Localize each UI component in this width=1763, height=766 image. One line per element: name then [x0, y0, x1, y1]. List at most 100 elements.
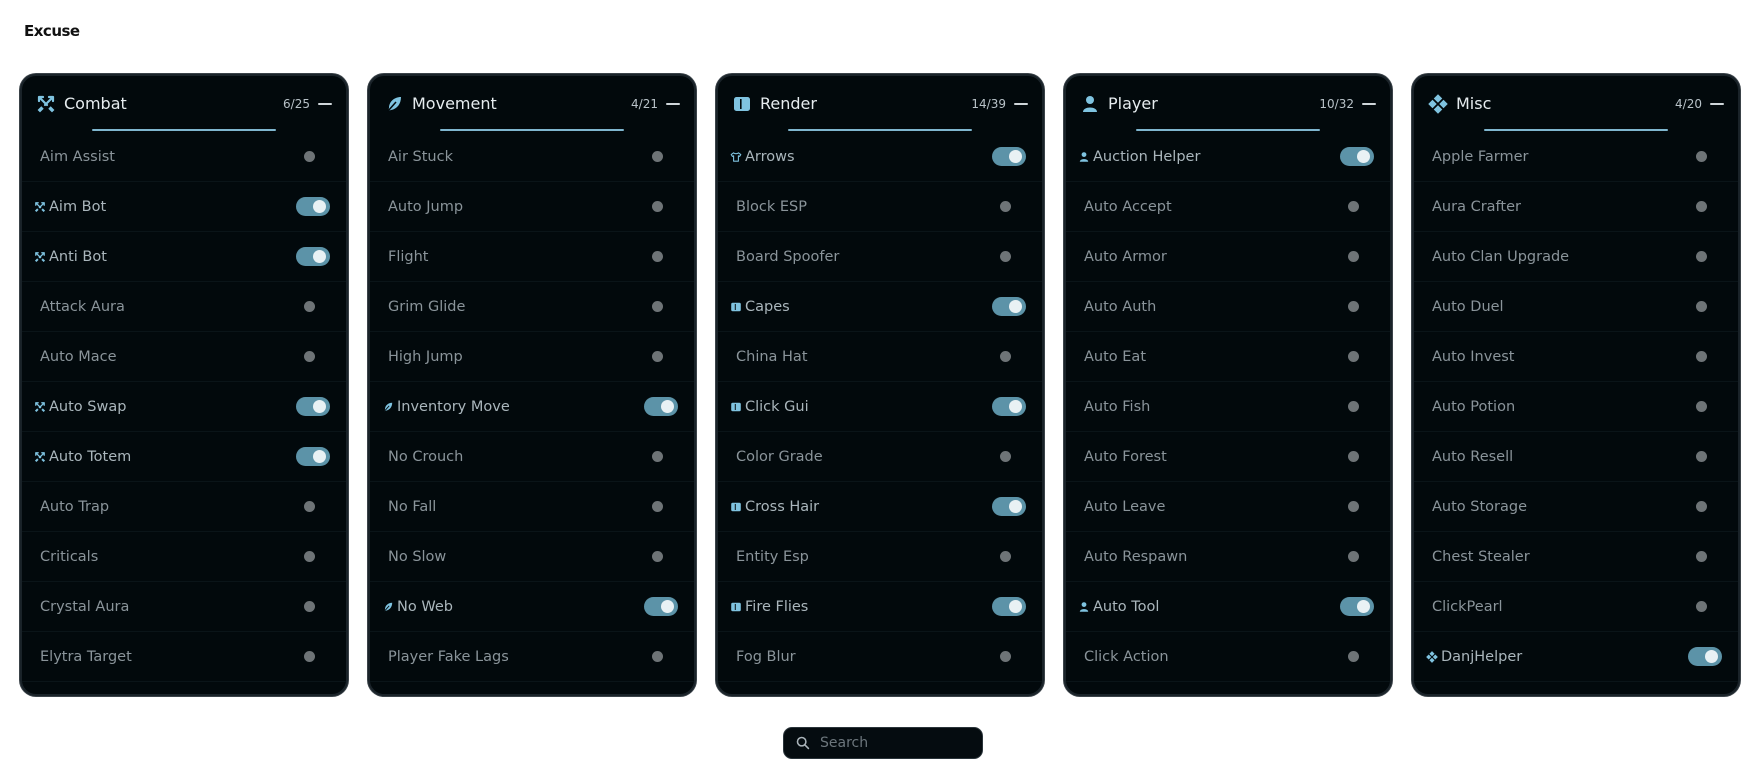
module-apple-farmer[interactable]: Apple Farmer [1414, 132, 1738, 182]
module-auto-swap[interactable]: Auto Swap [22, 382, 346, 432]
toggle-off-dot[interactable] [1000, 201, 1011, 212]
toggle-off-dot[interactable] [652, 251, 663, 262]
module-cross-hair[interactable]: Cross Hair [718, 482, 1042, 532]
toggle-off-dot[interactable] [1000, 651, 1011, 662]
toggle-switch-on[interactable] [992, 497, 1026, 516]
module-auto-leave[interactable]: Auto Leave [1066, 482, 1390, 532]
collapse-button[interactable] [666, 102, 680, 105]
collapse-button[interactable] [1362, 102, 1376, 105]
toggle-off-dot[interactable] [1696, 301, 1707, 312]
module-fire-flies[interactable]: Fire Flies [718, 582, 1042, 632]
module-aim-assist[interactable]: Aim Assist [22, 132, 346, 182]
toggle-off-dot[interactable] [652, 651, 663, 662]
toggle-off-dot[interactable] [1000, 451, 1011, 462]
toggle-off-dot[interactable] [1348, 651, 1359, 662]
module-clickpearl[interactable]: ClickPearl [1414, 582, 1738, 632]
toggle-off-dot[interactable] [1696, 601, 1707, 612]
module-no-fall[interactable]: No Fall [370, 482, 694, 532]
toggle-off-dot[interactable] [1696, 501, 1707, 512]
toggle-off-dot[interactable] [1348, 201, 1359, 212]
module-attack-aura[interactable]: Attack Aura [22, 282, 346, 332]
module-capes[interactable]: Capes [718, 282, 1042, 332]
toggle-off-dot[interactable] [304, 551, 315, 562]
module-auto-eat[interactable]: Auto Eat [1066, 332, 1390, 382]
toggle-off-dot[interactable] [1696, 151, 1707, 162]
module-auto-duel[interactable]: Auto Duel [1414, 282, 1738, 332]
module-auto-accept[interactable]: Auto Accept [1066, 182, 1390, 232]
module-fog-blur[interactable]: Fog Blur [718, 632, 1042, 682]
toggle-off-dot[interactable] [652, 351, 663, 362]
module-click-gui[interactable]: Click Gui [718, 382, 1042, 432]
toggle-switch-on[interactable] [644, 397, 678, 416]
module-no-crouch[interactable]: No Crouch [370, 432, 694, 482]
module-block-esp[interactable]: Block ESP [718, 182, 1042, 232]
toggle-off-dot[interactable] [304, 601, 315, 612]
toggle-off-dot[interactable] [304, 501, 315, 512]
module-entity-esp[interactable]: Entity Esp [718, 532, 1042, 582]
toggle-off-dot[interactable] [652, 501, 663, 512]
toggle-switch-on[interactable] [296, 247, 330, 266]
toggle-off-dot[interactable] [1000, 251, 1011, 262]
module-auto-totem[interactable]: Auto Totem [22, 432, 346, 482]
toggle-off-dot[interactable] [1348, 301, 1359, 312]
module-high-jump[interactable]: High Jump [370, 332, 694, 382]
module-air-stuck[interactable]: Air Stuck [370, 132, 694, 182]
toggle-off-dot[interactable] [1696, 451, 1707, 462]
search-bar[interactable] [783, 727, 983, 759]
toggle-switch-on[interactable] [992, 397, 1026, 416]
toggle-switch-on[interactable] [296, 197, 330, 216]
toggle-off-dot[interactable] [1696, 251, 1707, 262]
module-criticals[interactable]: Criticals [22, 532, 346, 582]
toggle-off-dot[interactable] [1348, 401, 1359, 412]
module-flight[interactable]: Flight [370, 232, 694, 282]
toggle-off-dot[interactable] [1000, 351, 1011, 362]
search-input[interactable] [820, 735, 970, 751]
module-danjhelper[interactable]: DanjHelper [1414, 632, 1738, 682]
module-auto-resell[interactable]: Auto Resell [1414, 432, 1738, 482]
module-chest-stealer[interactable]: Chest Stealer [1414, 532, 1738, 582]
module-inventory-move[interactable]: Inventory Move [370, 382, 694, 432]
toggle-switch-on[interactable] [992, 597, 1026, 616]
toggle-switch-on[interactable] [296, 447, 330, 466]
toggle-off-dot[interactable] [1696, 351, 1707, 362]
toggle-off-dot[interactable] [1348, 451, 1359, 462]
module-auto-clan-upgrade[interactable]: Auto Clan Upgrade [1414, 232, 1738, 282]
panel-header-misc[interactable]: Misc 4/20 [1414, 76, 1738, 131]
toggle-off-dot[interactable] [304, 301, 315, 312]
module-grim-glide[interactable]: Grim Glide [370, 282, 694, 332]
module-arrows[interactable]: Arrows [718, 132, 1042, 182]
toggle-off-dot[interactable] [304, 351, 315, 362]
module-auto-storage[interactable]: Auto Storage [1414, 482, 1738, 532]
toggle-off-dot[interactable] [304, 151, 315, 162]
toggle-switch-on[interactable] [992, 297, 1026, 316]
toggle-switch-on[interactable] [296, 397, 330, 416]
toggle-switch-on[interactable] [992, 147, 1026, 166]
module-no-web[interactable]: No Web [370, 582, 694, 632]
module-auto-forest[interactable]: Auto Forest [1066, 432, 1390, 482]
toggle-switch-on[interactable] [1340, 147, 1374, 166]
module-auto-armor[interactable]: Auto Armor [1066, 232, 1390, 282]
toggle-off-dot[interactable] [1000, 551, 1011, 562]
module-auto-respawn[interactable]: Auto Respawn [1066, 532, 1390, 582]
toggle-off-dot[interactable] [1348, 551, 1359, 562]
toggle-off-dot[interactable] [652, 201, 663, 212]
toggle-off-dot[interactable] [652, 301, 663, 312]
toggle-off-dot[interactable] [652, 451, 663, 462]
toggle-off-dot[interactable] [1348, 501, 1359, 512]
toggle-off-dot[interactable] [1696, 201, 1707, 212]
module-auto-auth[interactable]: Auto Auth [1066, 282, 1390, 332]
module-china-hat[interactable]: China Hat [718, 332, 1042, 382]
module-player-fake-lags[interactable]: Player Fake Lags [370, 632, 694, 682]
module-auto-invest[interactable]: Auto Invest [1414, 332, 1738, 382]
module-click-action[interactable]: Click Action [1066, 632, 1390, 682]
module-crystal-aura[interactable]: Crystal Aura [22, 582, 346, 632]
toggle-switch-on[interactable] [644, 597, 678, 616]
toggle-off-dot[interactable] [1348, 351, 1359, 362]
module-elytra-target[interactable]: Elytra Target [22, 632, 346, 682]
toggle-switch-on[interactable] [1340, 597, 1374, 616]
collapse-button[interactable] [1014, 102, 1028, 105]
collapse-button[interactable] [1710, 102, 1724, 105]
module-auto-fish[interactable]: Auto Fish [1066, 382, 1390, 432]
module-anti-bot[interactable]: Anti Bot [22, 232, 346, 282]
panel-header-player[interactable]: Player 10/32 [1066, 76, 1390, 131]
